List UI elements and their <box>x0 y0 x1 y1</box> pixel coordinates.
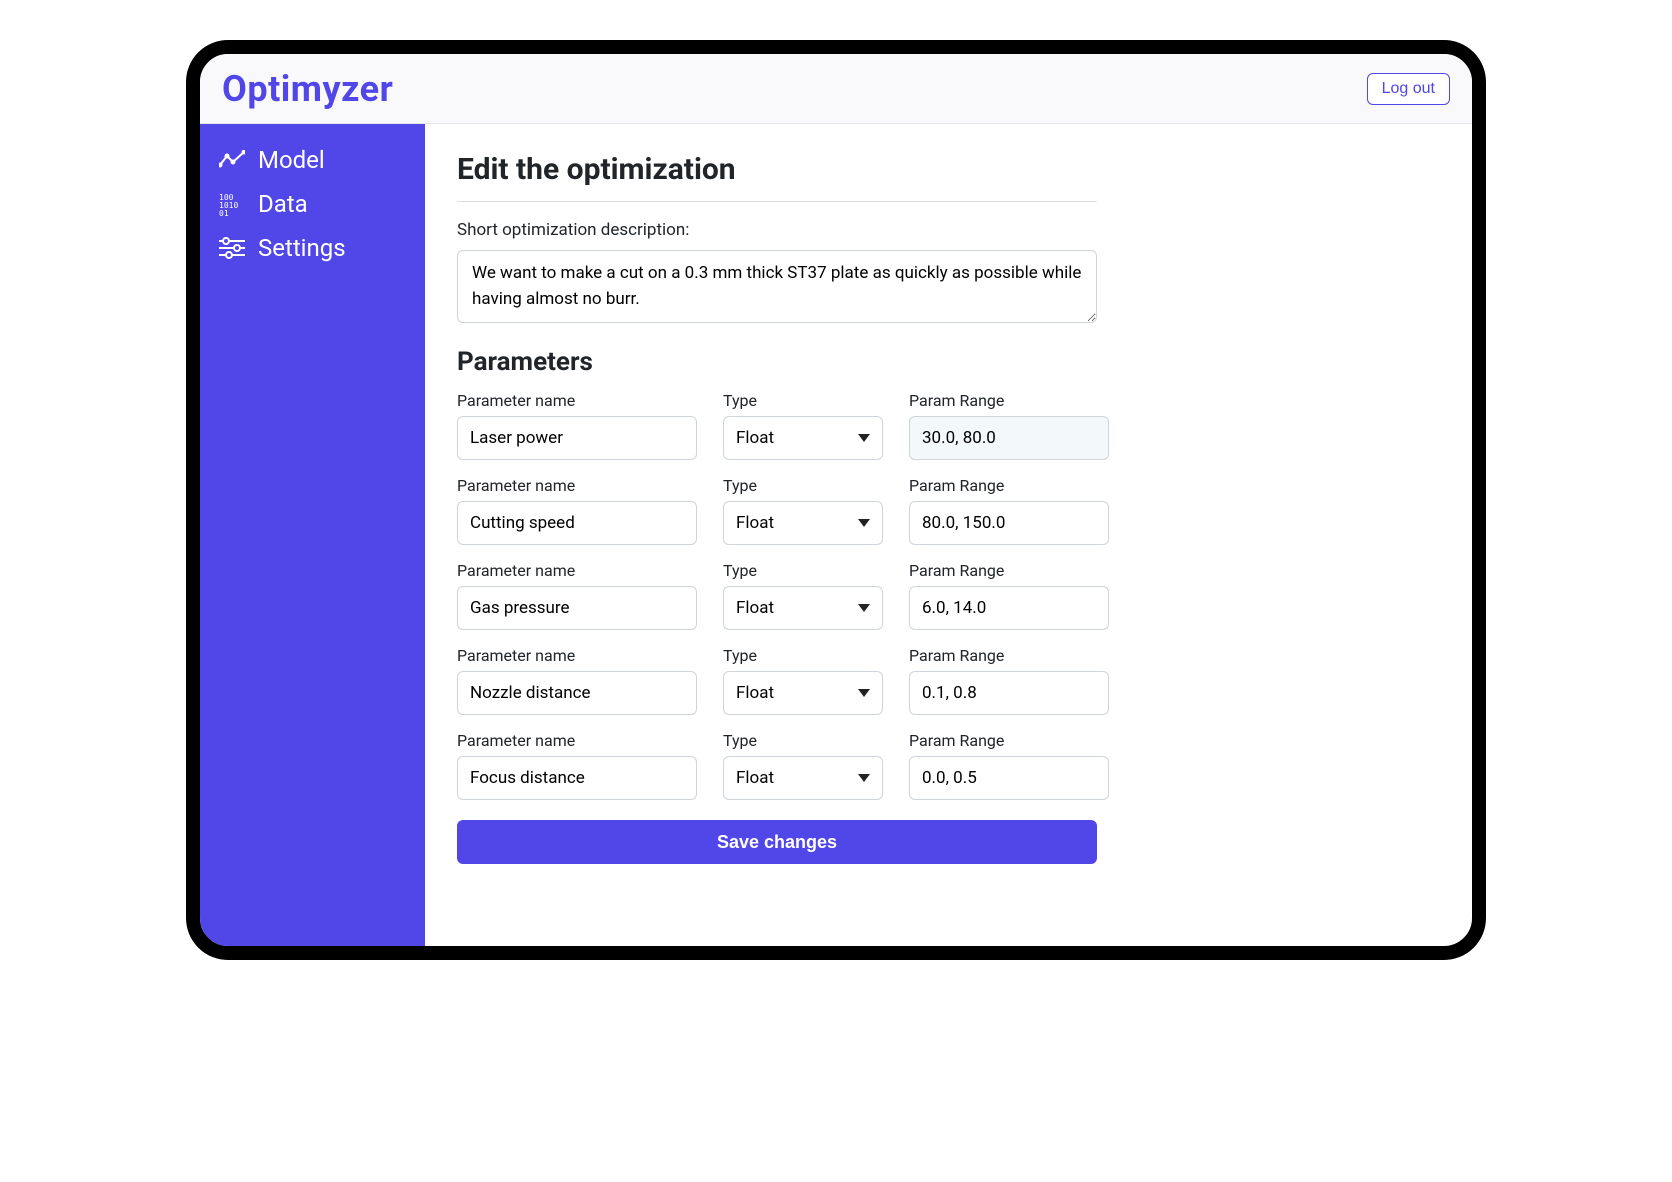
parameter-name-input[interactable] <box>457 586 697 630</box>
sidebar-item-settings[interactable]: Settings <box>200 226 425 270</box>
sidebar-item-label: Model <box>258 146 325 174</box>
parameter-row: Parameter nameTypeFloatParam Range <box>457 561 1097 630</box>
main-content: Edit the optimization Short optimization… <box>425 124 1472 946</box>
sidebar-item-label: Data <box>258 190 308 218</box>
parameter-range-label: Param Range <box>909 391 1109 410</box>
description-textarea[interactable] <box>457 250 1097 323</box>
description-label: Short optimization description: <box>457 220 1097 240</box>
parameter-range-input[interactable] <box>909 501 1109 545</box>
svg-text:01: 01 <box>219 209 229 216</box>
divider <box>457 201 1097 202</box>
logout-button[interactable]: Log out <box>1367 73 1450 105</box>
parameter-type-select[interactable]: Float <box>723 501 883 545</box>
parameter-row: Parameter nameTypeFloatParam Range <box>457 646 1097 715</box>
parameter-row: Parameter nameTypeFloatParam Range <box>457 391 1097 460</box>
parameter-type-label: Type <box>723 561 883 580</box>
chart-line-icon <box>218 146 246 174</box>
parameter-type-select[interactable]: Float <box>723 416 883 460</box>
parameter-range-input[interactable] <box>909 416 1109 460</box>
parameter-name-input[interactable] <box>457 501 697 545</box>
parameter-type-select[interactable]: Float <box>723 671 883 715</box>
header: Optimyzer Log out <box>200 54 1472 124</box>
app-logo: Optimyzer <box>222 68 393 110</box>
parameter-name-label: Parameter name <box>457 731 697 750</box>
sliders-icon <box>218 234 246 262</box>
parameter-type-select[interactable]: Float <box>723 756 883 800</box>
page-title: Edit the optimization <box>457 152 1097 187</box>
parameter-name-label: Parameter name <box>457 561 697 580</box>
device-frame: Optimyzer Log out Model <box>186 40 1486 960</box>
parameter-type-label: Type <box>723 646 883 665</box>
save-changes-button[interactable]: Save changes <box>457 820 1097 864</box>
parameter-type-label: Type <box>723 391 883 410</box>
parameter-range-label: Param Range <box>909 476 1109 495</box>
parameter-range-label: Param Range <box>909 561 1109 580</box>
parameter-range-input[interactable] <box>909 586 1109 630</box>
parameter-row: Parameter nameTypeFloatParam Range <box>457 731 1097 800</box>
parameter-range-label: Param Range <box>909 731 1109 750</box>
sidebar-item-label: Settings <box>258 234 346 262</box>
sidebar-item-data[interactable]: 100 1010 01 Data <box>200 182 425 226</box>
parameter-name-label: Parameter name <box>457 391 697 410</box>
parameter-name-label: Parameter name <box>457 646 697 665</box>
parameter-type-label: Type <box>723 731 883 750</box>
parameter-type-label: Type <box>723 476 883 495</box>
parameters-heading: Parameters <box>457 347 1097 377</box>
parameter-row: Parameter nameTypeFloatParam Range <box>457 476 1097 545</box>
parameter-range-input[interactable] <box>909 756 1109 800</box>
parameter-range-label: Param Range <box>909 646 1109 665</box>
parameter-name-input[interactable] <box>457 756 697 800</box>
parameter-name-input[interactable] <box>457 416 697 460</box>
parameter-name-label: Parameter name <box>457 476 697 495</box>
binary-icon: 100 1010 01 <box>218 190 246 218</box>
parameter-type-select[interactable]: Float <box>723 586 883 630</box>
parameter-range-input[interactable] <box>909 671 1109 715</box>
sidebar: Model 100 1010 01 Data <box>200 124 425 946</box>
parameter-name-input[interactable] <box>457 671 697 715</box>
sidebar-item-model[interactable]: Model <box>200 138 425 182</box>
